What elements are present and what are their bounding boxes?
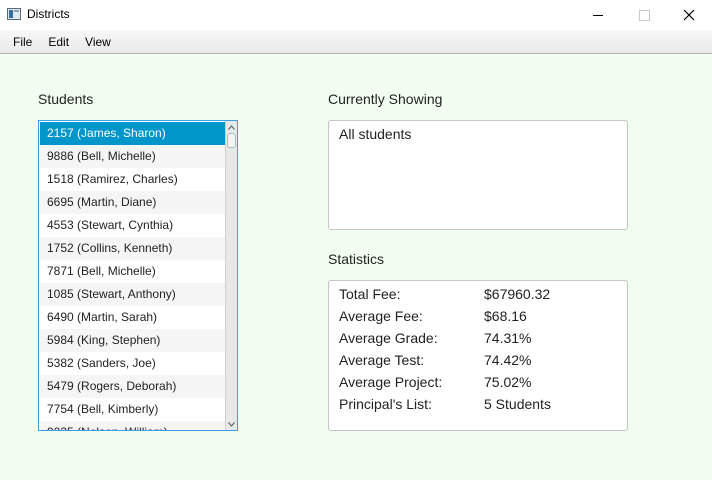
student-list-item[interactable]: 7871 (Bell, Michelle)	[40, 260, 225, 283]
stat-row: Average Grade: 74.31%	[339, 330, 619, 352]
statistics-textarea[interactable]: Total Fee: $67960.32 Average Fee: $68.16 Ave…	[328, 280, 628, 431]
chevron-up-icon	[228, 124, 235, 130]
student-list-item[interactable]: 6490 (Martin, Sarah)	[40, 306, 225, 329]
main-content: Students Currently Showing Statistics 21…	[0, 54, 712, 480]
minimize-button[interactable]	[575, 0, 621, 30]
scroll-up-button[interactable]	[226, 121, 237, 133]
stat-label: Total Fee:	[339, 286, 401, 302]
stat-row: Average Fee: $68.16	[339, 308, 619, 330]
currently-showing-text: All students	[339, 126, 412, 142]
student-list-item[interactable]: 9886 (Bell, Michelle)	[40, 145, 225, 168]
stat-value: 74.42%	[484, 352, 532, 368]
stat-row: Total Fee: $67960.32	[339, 286, 619, 308]
close-icon	[683, 9, 695, 21]
stat-value: $67960.32	[484, 286, 551, 302]
student-list-item[interactable]: 5382 (Sanders, Joe)	[40, 352, 225, 375]
student-list-item[interactable]: 7754 (Bell, Kimberly)	[40, 398, 225, 421]
student-list-item[interactable]: 2157 (James, Sharon)	[40, 122, 225, 145]
student-list-item[interactable]: 1085 (Stewart, Anthony)	[40, 283, 225, 306]
statistics-label: Statistics	[328, 251, 385, 267]
list-scrollbar[interactable]	[225, 121, 237, 430]
currently-showing-textarea[interactable]: All students	[328, 120, 628, 230]
stat-label: Average Grade:	[339, 330, 438, 346]
stat-label: Average Fee:	[339, 308, 423, 324]
stat-row: Average Test: 74.42%	[339, 352, 619, 374]
stat-label: Principal's List:	[339, 396, 432, 412]
scroll-down-button[interactable]	[226, 418, 237, 430]
menu-file[interactable]: File	[5, 31, 40, 53]
stat-row: Average Project: 75.02%	[339, 374, 619, 396]
student-list-item[interactable]: 9235 (Nelson, William)	[40, 421, 225, 430]
stat-value: $68.16	[484, 308, 527, 324]
minimize-icon	[593, 14, 603, 16]
chevron-down-icon	[228, 421, 235, 427]
student-list-item[interactable]: 1752 (Collins, Kenneth)	[40, 237, 225, 260]
students-list[interactable]: 2157 (James, Sharon) 9886 (Bell, Michelle…	[38, 120, 238, 431]
student-list-item[interactable]: 5984 (King, Stephen)	[40, 329, 225, 352]
window-title: Districts	[27, 7, 70, 21]
menu-edit[interactable]: Edit	[40, 31, 77, 53]
stat-value: 5 Students	[484, 396, 551, 412]
menu-view[interactable]: View	[77, 31, 119, 53]
close-button[interactable]	[666, 0, 712, 30]
maximize-button[interactable]	[621, 0, 667, 30]
student-list-item[interactable]: 1518 (Ramirez, Charles)	[40, 168, 225, 191]
stat-row: Principal's List: 5 Students	[339, 396, 619, 418]
currently-showing-label: Currently Showing	[328, 91, 443, 107]
stat-label: Average Test:	[339, 352, 425, 368]
title-bar: Districts	[0, 0, 712, 30]
stat-value: 75.02%	[484, 374, 532, 390]
stat-label: Average Project:	[339, 374, 443, 390]
students-list-rows: 2157 (James, Sharon) 9886 (Bell, Michelle…	[40, 122, 225, 430]
maximize-icon	[638, 9, 650, 21]
window-app-icon	[7, 8, 21, 20]
student-list-item[interactable]: 4553 (Stewart, Cynthia)	[40, 214, 225, 237]
student-list-item[interactable]: 6695 (Martin, Diane)	[40, 191, 225, 214]
students-label: Students	[38, 91, 94, 107]
scroll-thumb[interactable]	[227, 133, 236, 148]
stat-value: 74.31%	[484, 330, 532, 346]
menu-bar: File Edit View	[0, 30, 712, 54]
student-list-item[interactable]: 5479 (Rogers, Deborah)	[40, 375, 225, 398]
